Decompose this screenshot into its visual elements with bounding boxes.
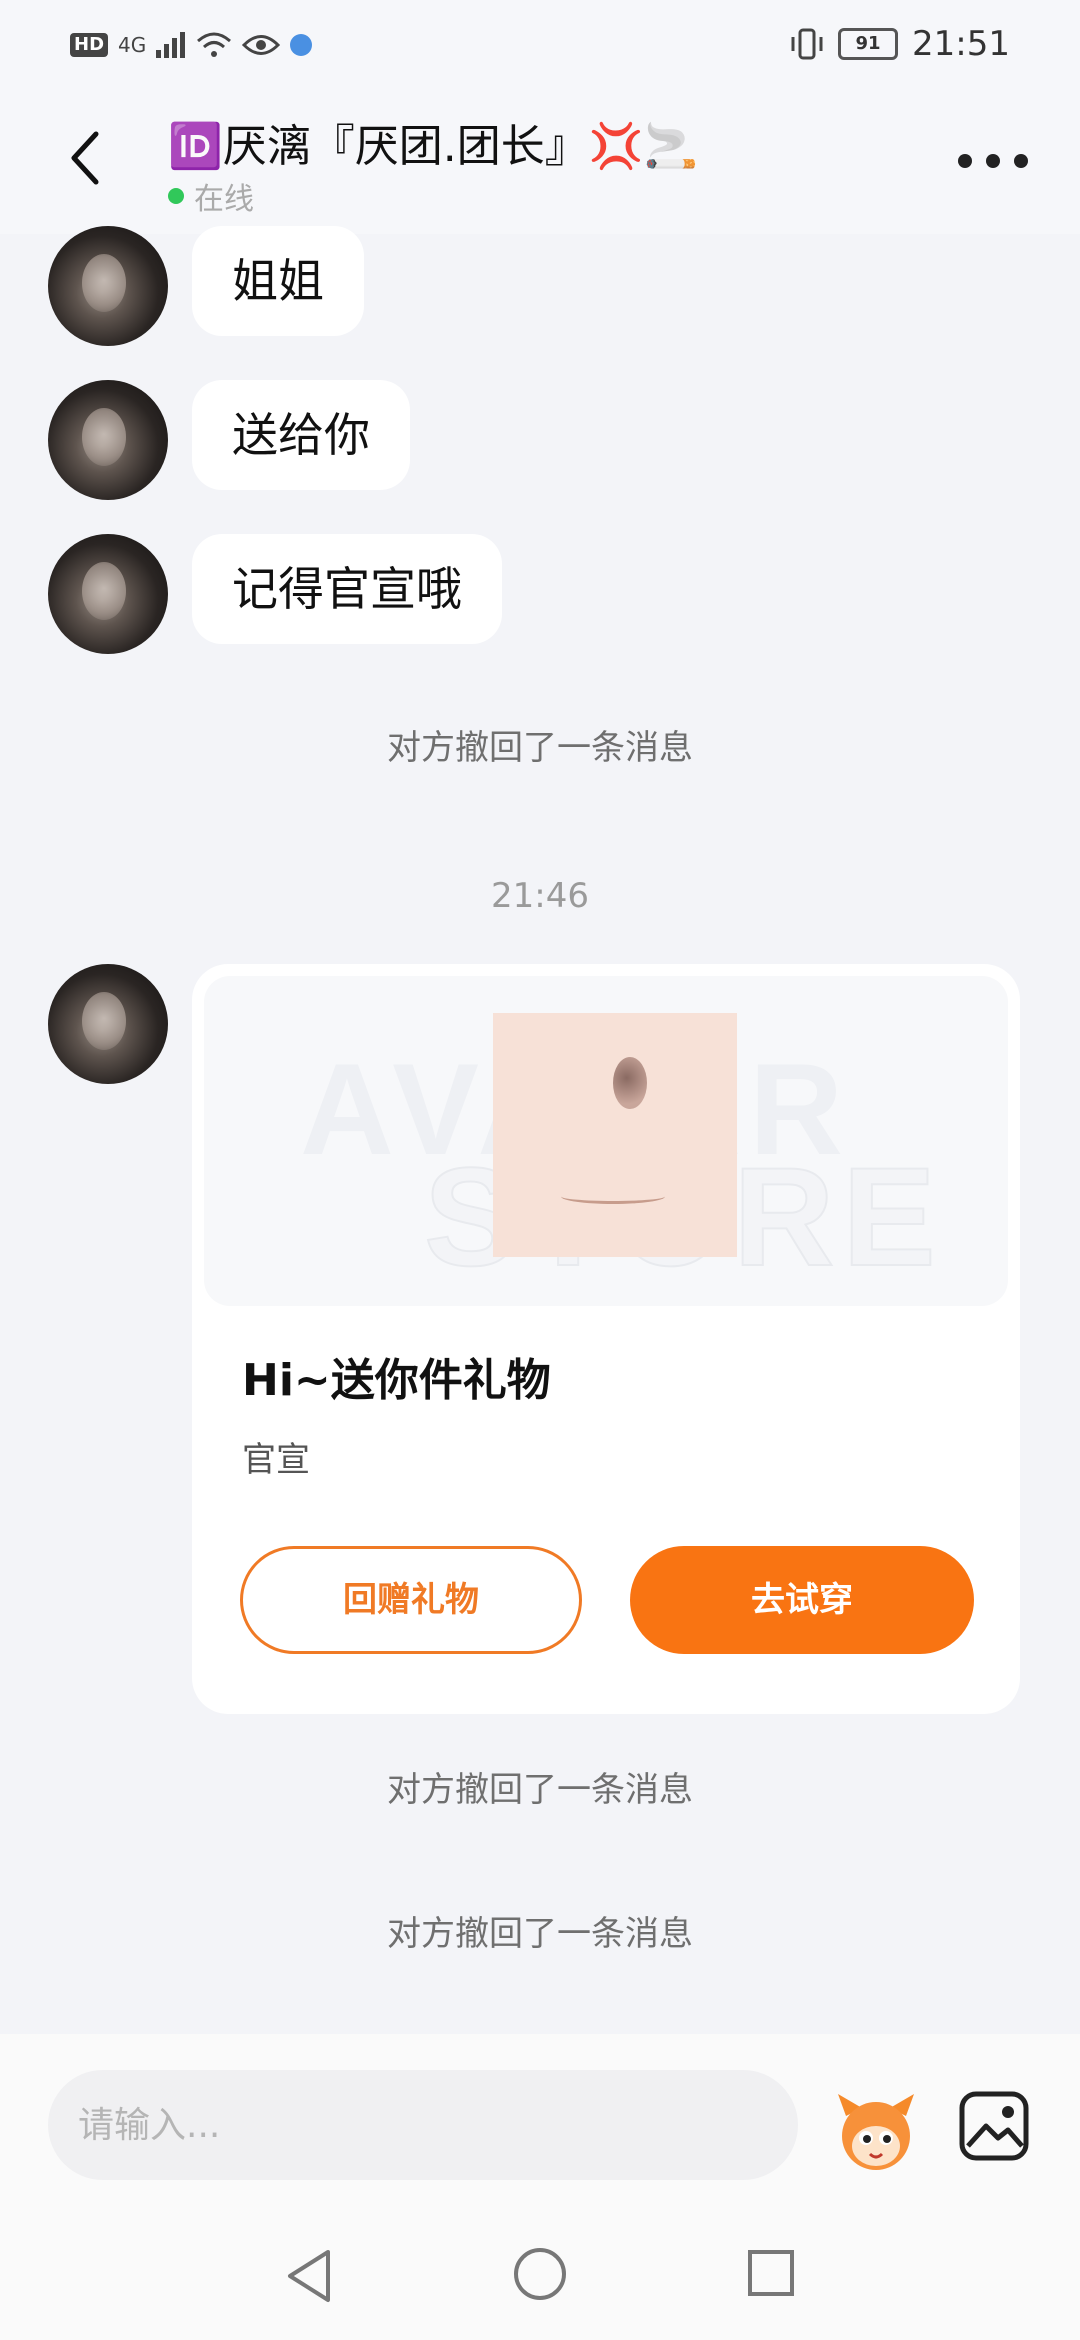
message-bubble[interactable]: 送给你: [192, 380, 410, 490]
gift-card-subtitle: 官宣: [242, 1440, 310, 1480]
online-status: 在线: [168, 174, 254, 218]
status-bar: HD 4G 91 21:51: [0, 0, 1080, 88]
system-nav-bar: [0, 2214, 1080, 2340]
signal-indicator: 4G: [118, 33, 147, 57]
more-dots-icon[interactable]: [958, 146, 1028, 176]
gift-preview-image: AVATAR STORE: [204, 976, 1008, 1306]
try-on-button[interactable]: 去试穿: [630, 1546, 974, 1654]
message-bubble[interactable]: 记得官宣哦: [192, 534, 502, 644]
gift-card[interactable]: AVATAR STORE Hi~送你件礼物 官宣 回赠礼物 去试穿: [192, 964, 1020, 1714]
gift-card-title: Hi~送你件礼物: [242, 1355, 551, 1406]
battery-indicator: 91: [838, 28, 899, 60]
browser-icon: [290, 34, 313, 56]
recall-notice: 对方撤回了一条消息: [387, 1914, 693, 1954]
vibrate-icon: [791, 28, 823, 60]
dot: [958, 154, 972, 168]
nav-recent-apps-icon[interactable]: [748, 2250, 794, 2296]
input-bar: [0, 2034, 1080, 2214]
avatar[interactable]: [48, 380, 168, 500]
chevron-left-icon[interactable]: [62, 128, 110, 188]
eye-icon: [242, 35, 281, 55]
avatar[interactable]: [48, 534, 168, 654]
online-status-label: 在线: [194, 182, 254, 217]
avatar[interactable]: [48, 226, 168, 346]
eye-shape: [613, 1057, 647, 1109]
return-gift-button[interactable]: 回赠礼物: [240, 1546, 582, 1654]
dot: [1014, 154, 1028, 168]
online-dot-icon: [168, 188, 184, 204]
status-left: HD 4G: [70, 28, 313, 62]
message-list[interactable]: 姐姐 送给你 记得官宣哦 对方撤回了一条消息 21:46 AVATAR STOR…: [0, 226, 1080, 2034]
wifi-icon: [197, 32, 232, 57]
recall-notice: 对方撤回了一条消息: [387, 1770, 693, 1810]
status-right: 91 21:51: [790, 22, 1010, 66]
message-input[interactable]: [48, 2070, 798, 2180]
message-timestamp: 21:46: [491, 876, 589, 916]
nav-back-icon[interactable]: [282, 2246, 336, 2306]
avatar[interactable]: [48, 964, 168, 1084]
status-time: 21:51: [912, 24, 1010, 64]
hd-indicator: HD: [70, 33, 109, 57]
recall-notice: 对方撤回了一条消息: [387, 728, 693, 768]
mouth-shape: [561, 1189, 665, 1204]
signal-bars-icon: [156, 32, 186, 58]
nav-home-icon[interactable]: [514, 2248, 566, 2300]
message-bubble[interactable]: 姐姐: [192, 226, 364, 336]
image-gallery-icon[interactable]: [958, 2090, 1030, 2162]
mascot-emoji-icon[interactable]: [832, 2086, 920, 2174]
chat-header: 🆔厌漓『厌团.团长』💢🚬 在线: [0, 88, 1080, 234]
contact-name: 🆔厌漓『厌团.团长』💢🚬: [168, 121, 699, 172]
dot: [986, 154, 1000, 168]
face-item-image: [493, 1013, 737, 1257]
